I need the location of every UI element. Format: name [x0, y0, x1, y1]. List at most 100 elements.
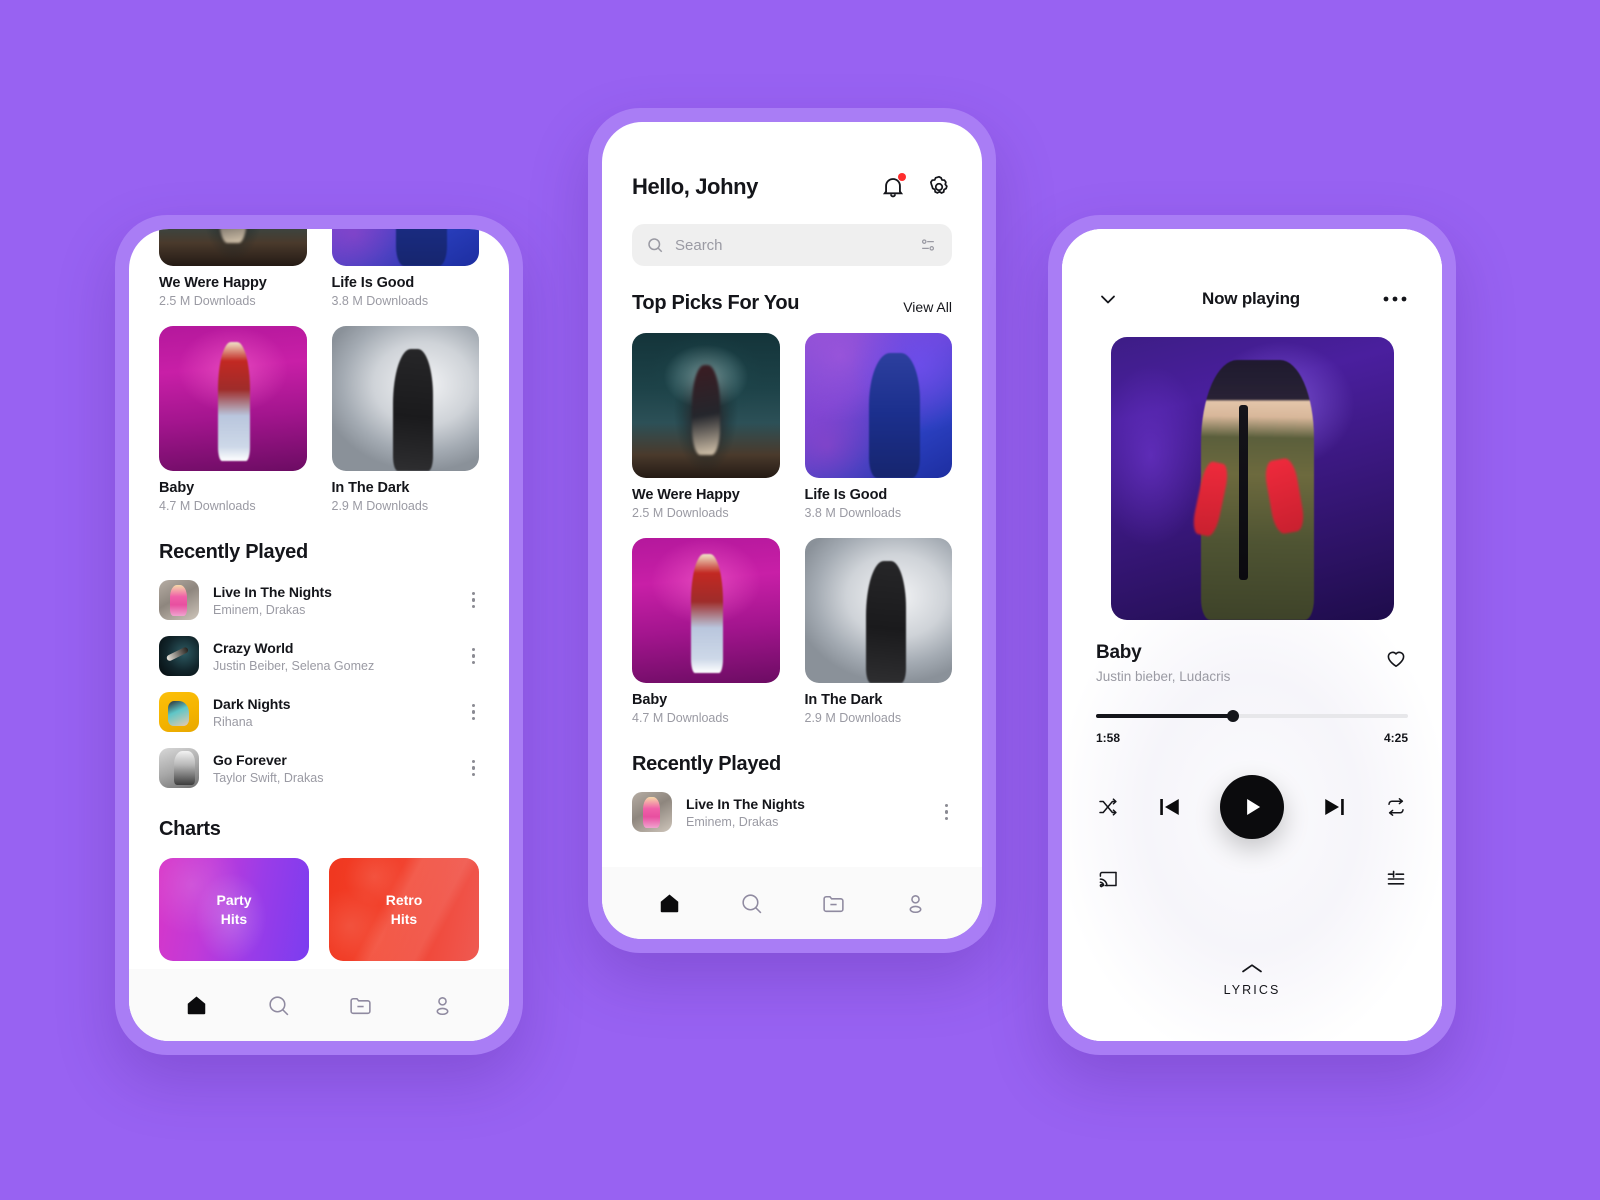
play-icon — [1247, 798, 1261, 816]
pick-title: Baby — [632, 692, 668, 708]
album-art — [159, 326, 307, 471]
bottom-navigation — [129, 969, 509, 1041]
track-thumbnail — [632, 792, 672, 832]
search-icon — [648, 238, 663, 253]
pick-subtitle: 2.5 M Downloads — [632, 506, 729, 520]
home-icon — [660, 894, 678, 912]
progress-knob[interactable] — [1227, 710, 1240, 722]
search-input[interactable]: Search — [675, 237, 907, 254]
sidebar-item-library[interactable] — [335, 980, 385, 1030]
pick-subtitle: 3.8 M Downloads — [331, 294, 429, 308]
settings-button[interactable] — [926, 174, 952, 200]
section-title-recently-played: Recently Played — [632, 753, 781, 775]
repeat-button[interactable] — [1384, 795, 1408, 819]
pick-subtitle: 2.9 M Downloads — [804, 711, 902, 725]
album-art — [632, 333, 780, 478]
shuffle-icon — [1099, 798, 1117, 816]
play-button[interactable] — [1220, 775, 1284, 839]
sidebar-item-library[interactable] — [808, 878, 858, 928]
favorite-button[interactable] — [1384, 642, 1408, 670]
collapse-button[interactable] — [1096, 287, 1120, 311]
pick-card[interactable]: Life Is Good 3.8 M Downloads — [804, 333, 952, 520]
playback-progress: 1:58 4:25 — [1096, 710, 1408, 745]
pick-card[interactable]: Baby 4.7 M Downloads — [159, 326, 307, 513]
pick-card[interactable]: Life Is Good 3.8 M Downloads — [331, 229, 479, 308]
track-title: Live In The Nights — [686, 795, 805, 812]
pick-card[interactable]: Baby 4.7 M Downloads — [632, 538, 780, 725]
more-options-icon[interactable] — [941, 798, 953, 827]
sidebar-item-home[interactable] — [171, 980, 221, 1030]
mid-top-picks-grid: We Were Happy 2.5 M Downloads Life Is Go… — [632, 333, 952, 725]
track-title: Go Forever — [213, 751, 287, 768]
section-title-charts: Charts — [159, 818, 221, 840]
elapsed-time: 1:58 — [1096, 731, 1121, 745]
page-title: Hello, Johny — [632, 174, 758, 199]
progress-slider[interactable] — [1096, 710, 1408, 722]
left-top-picks-grid: We Were Happy 2.5 M Downloads Life Is Go… — [129, 229, 509, 513]
search-bar[interactable]: Search — [632, 224, 952, 266]
chart-card-party-hits[interactable]: Party Hits — [159, 858, 309, 961]
pick-card[interactable]: We Were Happy 2.5 M Downloads — [159, 229, 307, 308]
left-screen: We Were Happy 2.5 M Downloads Life Is Go… — [129, 229, 509, 1041]
sidebar-item-search[interactable] — [253, 980, 303, 1030]
chart-card-line2: Hits — [220, 910, 248, 927]
mid-scroll-area[interactable]: Hello, Johny Search Top Picks For You Vi… — [602, 122, 982, 939]
track-artists: Justin Beiber, Selena Gomez — [213, 658, 375, 673]
more-options-icon[interactable] — [468, 754, 480, 783]
more-options-icon[interactable] — [468, 698, 480, 727]
pick-card[interactable]: We Were Happy 2.5 M Downloads — [632, 333, 780, 520]
skip-previous-icon — [1160, 799, 1179, 815]
left-scroll-area[interactable]: We Were Happy 2.5 M Downloads Life Is Go… — [129, 229, 509, 1041]
view-all-link[interactable]: View All — [903, 299, 952, 315]
track-artists: Eminem, Drakas — [213, 602, 306, 617]
bottom-navigation — [602, 867, 982, 939]
profile-icon — [436, 996, 448, 1015]
lyrics-toggle[interactable]: LYRICS — [1062, 963, 1442, 997]
next-button[interactable] — [1319, 792, 1349, 822]
pick-card[interactable]: In The Dark 2.9 M Downloads — [804, 538, 952, 725]
notifications-button[interactable] — [880, 173, 906, 200]
pick-subtitle: 3.8 M Downloads — [804, 506, 902, 520]
more-options-icon[interactable] — [468, 642, 480, 671]
more-options-button[interactable] — [1382, 295, 1408, 303]
track-title: Live In The Nights — [213, 583, 332, 600]
album-art — [331, 326, 479, 471]
more-options-icon[interactable] — [468, 586, 480, 615]
shuffle-button[interactable] — [1096, 795, 1120, 819]
pick-title: Life Is Good — [331, 275, 415, 291]
sidebar-item-search[interactable] — [726, 878, 776, 928]
list-item[interactable]: Live In The Nights Eminem, Drakas — [632, 792, 952, 832]
pick-subtitle: 4.7 M Downloads — [632, 711, 729, 725]
list-item[interactable]: Live In The Nights Eminem, Drakas — [159, 580, 479, 620]
pick-title: In The Dark — [331, 480, 410, 496]
home-icon — [187, 996, 205, 1014]
queue-list-icon — [1387, 870, 1405, 885]
queue-button[interactable] — [1384, 867, 1408, 891]
filter-sliders-icon[interactable] — [918, 235, 938, 255]
track-thumbnail — [159, 636, 199, 676]
phone-left-home-scrolled: We Were Happy 2.5 M Downloads Life Is Go… — [115, 215, 523, 1055]
profile-icon — [909, 894, 921, 913]
track-thumbnail — [159, 748, 199, 788]
repeat-icon — [1388, 798, 1404, 816]
list-item[interactable]: Crazy World Justin Beiber, Selena Gomez — [159, 636, 479, 676]
album-art — [331, 229, 479, 266]
sidebar-item-home[interactable] — [644, 878, 694, 928]
chart-card-retro-hits[interactable]: Retro Hits — [329, 858, 479, 961]
player-secondary-controls — [1096, 867, 1408, 891]
gear-icon — [929, 175, 948, 194]
left-recently-played: Recently Played Live In The Nights Emine… — [129, 541, 509, 788]
section-title-recently-played: Recently Played — [159, 541, 308, 563]
cast-button[interactable] — [1096, 867, 1120, 891]
list-item[interactable]: Go Forever Taylor Swift, Drakas — [159, 748, 479, 788]
album-art — [632, 538, 780, 683]
track-thumbnail — [159, 580, 199, 620]
song-info: Baby Justin bieber, Ludacris — [1096, 642, 1408, 684]
pick-title: Baby — [159, 480, 195, 496]
pick-card[interactable]: In The Dark 2.9 M Downloads — [331, 326, 479, 513]
chart-card-line1: Retro — [385, 891, 423, 908]
list-item[interactable]: Dark Nights Rihana — [159, 692, 479, 732]
previous-button[interactable] — [1155, 792, 1185, 822]
sidebar-item-profile[interactable] — [417, 980, 467, 1030]
sidebar-item-profile[interactable] — [890, 878, 940, 928]
